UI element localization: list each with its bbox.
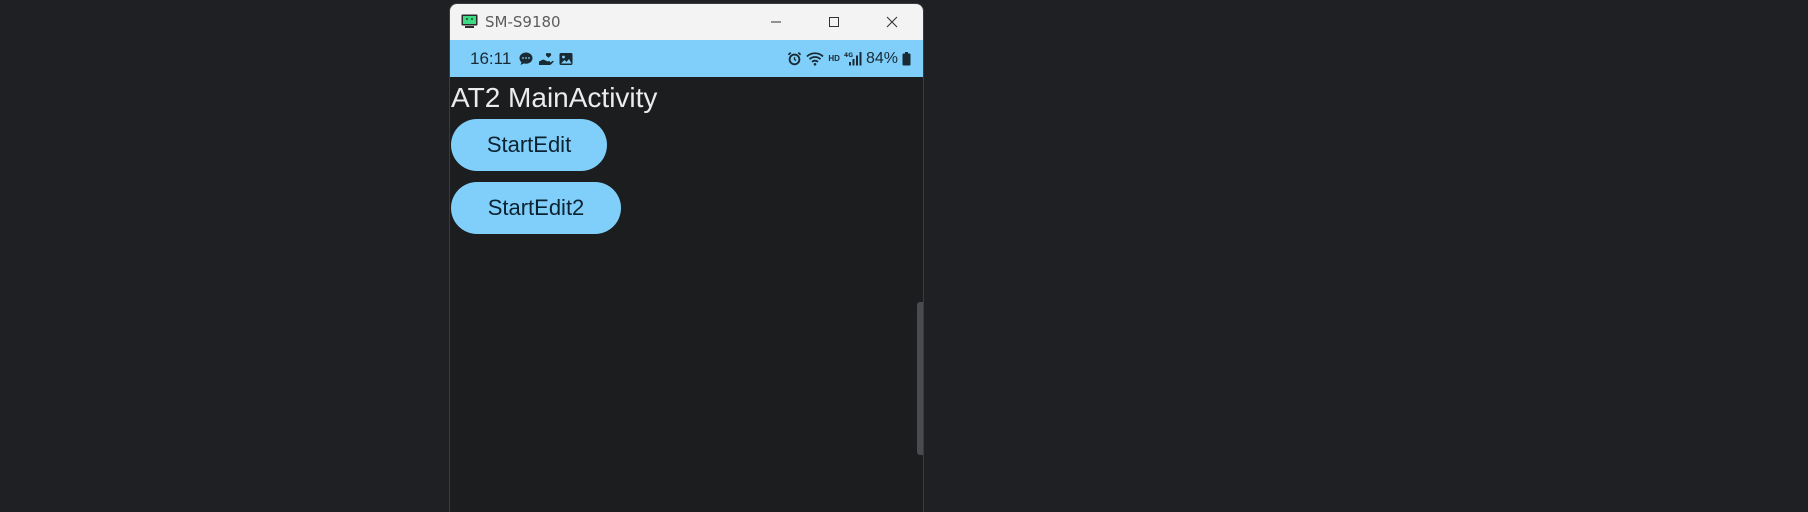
hd-indicator: HD — [828, 54, 840, 63]
chat-bubble-icon — [519, 52, 533, 65]
maximize-button[interactable] — [805, 4, 863, 40]
minimize-button[interactable] — [747, 4, 805, 40]
alarm-icon — [788, 51, 802, 66]
scrollbar-handle[interactable] — [917, 302, 923, 455]
status-clock: 16:11 — [470, 49, 512, 68]
app-icon — [461, 14, 478, 28]
battery-icon — [902, 51, 911, 65]
activity-title: AT2 MainActivity — [451, 82, 658, 113]
phone-mirror-window: SM-S9180 16:11 HD 4G 84% AT2 MainActivit… — [449, 3, 924, 512]
battery-percent: 84% — [865, 50, 898, 67]
close-button[interactable] — [863, 4, 921, 40]
start-edit2-button[interactable]: StartEdit2 — [451, 182, 621, 234]
4g-signal-icon: 4G — [844, 52, 862, 66]
notification-icons — [518, 51, 574, 67]
minimize-icon — [771, 21, 781, 23]
system-status-icons: HD 4G 84% — [787, 40, 911, 77]
desktop: SM-S9180 16:11 HD 4G 84% AT2 MainActivit… — [0, 0, 1808, 512]
image-icon — [559, 53, 573, 65]
start-edit-button[interactable]: StartEdit — [451, 119, 607, 171]
activity-content: AT2 MainActivity StartEdit StartEdit2 — [450, 77, 923, 512]
android-status-bar: 16:11 HD 4G 84% — [450, 40, 923, 77]
window-titlebar[interactable]: SM-S9180 — [450, 4, 923, 40]
hand-heart-icon — [539, 52, 554, 65]
maximize-icon — [829, 17, 839, 27]
wifi-icon — [806, 52, 825, 66]
close-icon — [886, 16, 898, 28]
window-title: SM-S9180 — [485, 13, 561, 31]
svg-text:4G: 4G — [844, 52, 853, 59]
